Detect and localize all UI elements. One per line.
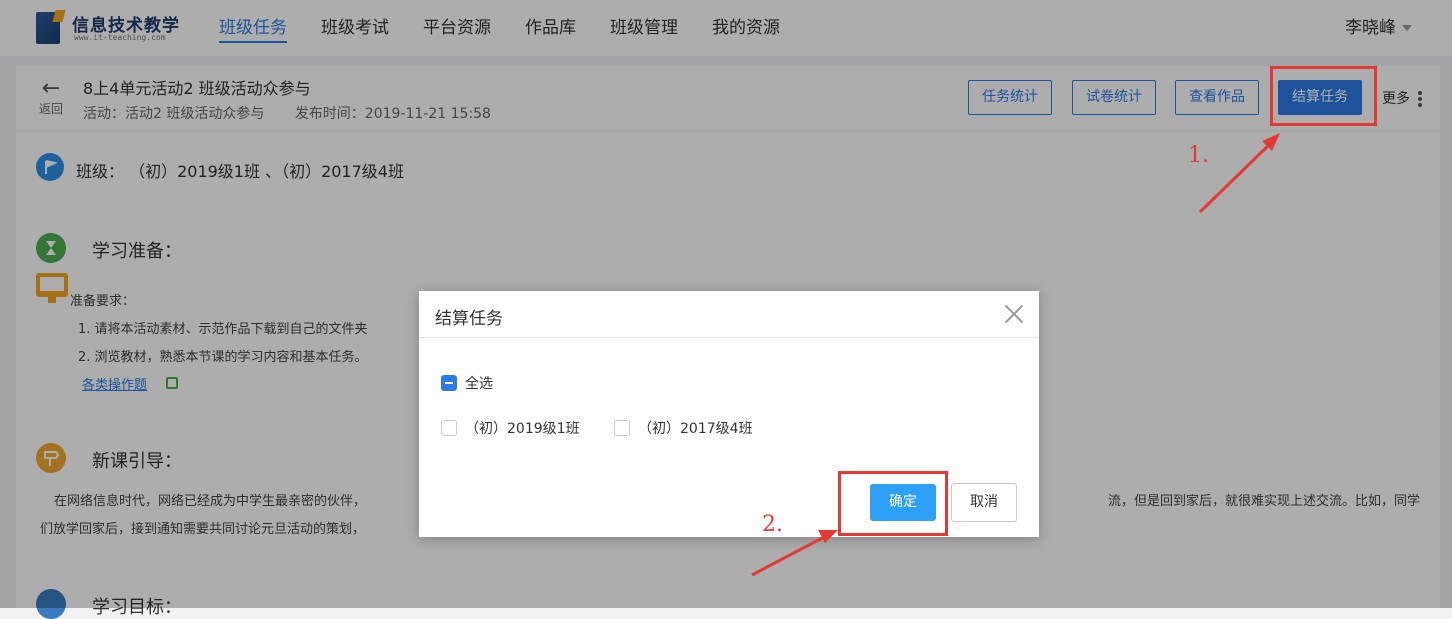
select-all-checkbox[interactable]: 全选 — [441, 373, 493, 393]
checkbox-icon[interactable] — [614, 420, 630, 436]
close-icon[interactable] — [1003, 303, 1025, 325]
checkbox-indeterminate-icon[interactable] — [441, 375, 457, 391]
class-option-checkbox[interactable]: （初）2019级1班 — [441, 418, 580, 438]
select-all-label: 全选 — [465, 376, 493, 392]
annotation-box-settle — [1270, 66, 1377, 126]
checkbox-icon[interactable] — [441, 420, 457, 436]
annotation-box-confirm — [838, 471, 948, 536]
cancel-button[interactable]: 取消 — [951, 483, 1017, 522]
dialog-header: 结算任务 — [419, 291, 1039, 338]
annotation-step-1: 1. — [1188, 143, 1209, 168]
class-option-checkbox[interactable]: （初）2017级4班 — [614, 418, 753, 438]
class-option-label: （初）2017级4班 — [638, 421, 753, 437]
annotation-step-2: 2. — [762, 512, 783, 537]
dialog-title: 结算任务 — [435, 309, 503, 329]
class-option-label: （初）2019级1班 — [465, 421, 580, 437]
